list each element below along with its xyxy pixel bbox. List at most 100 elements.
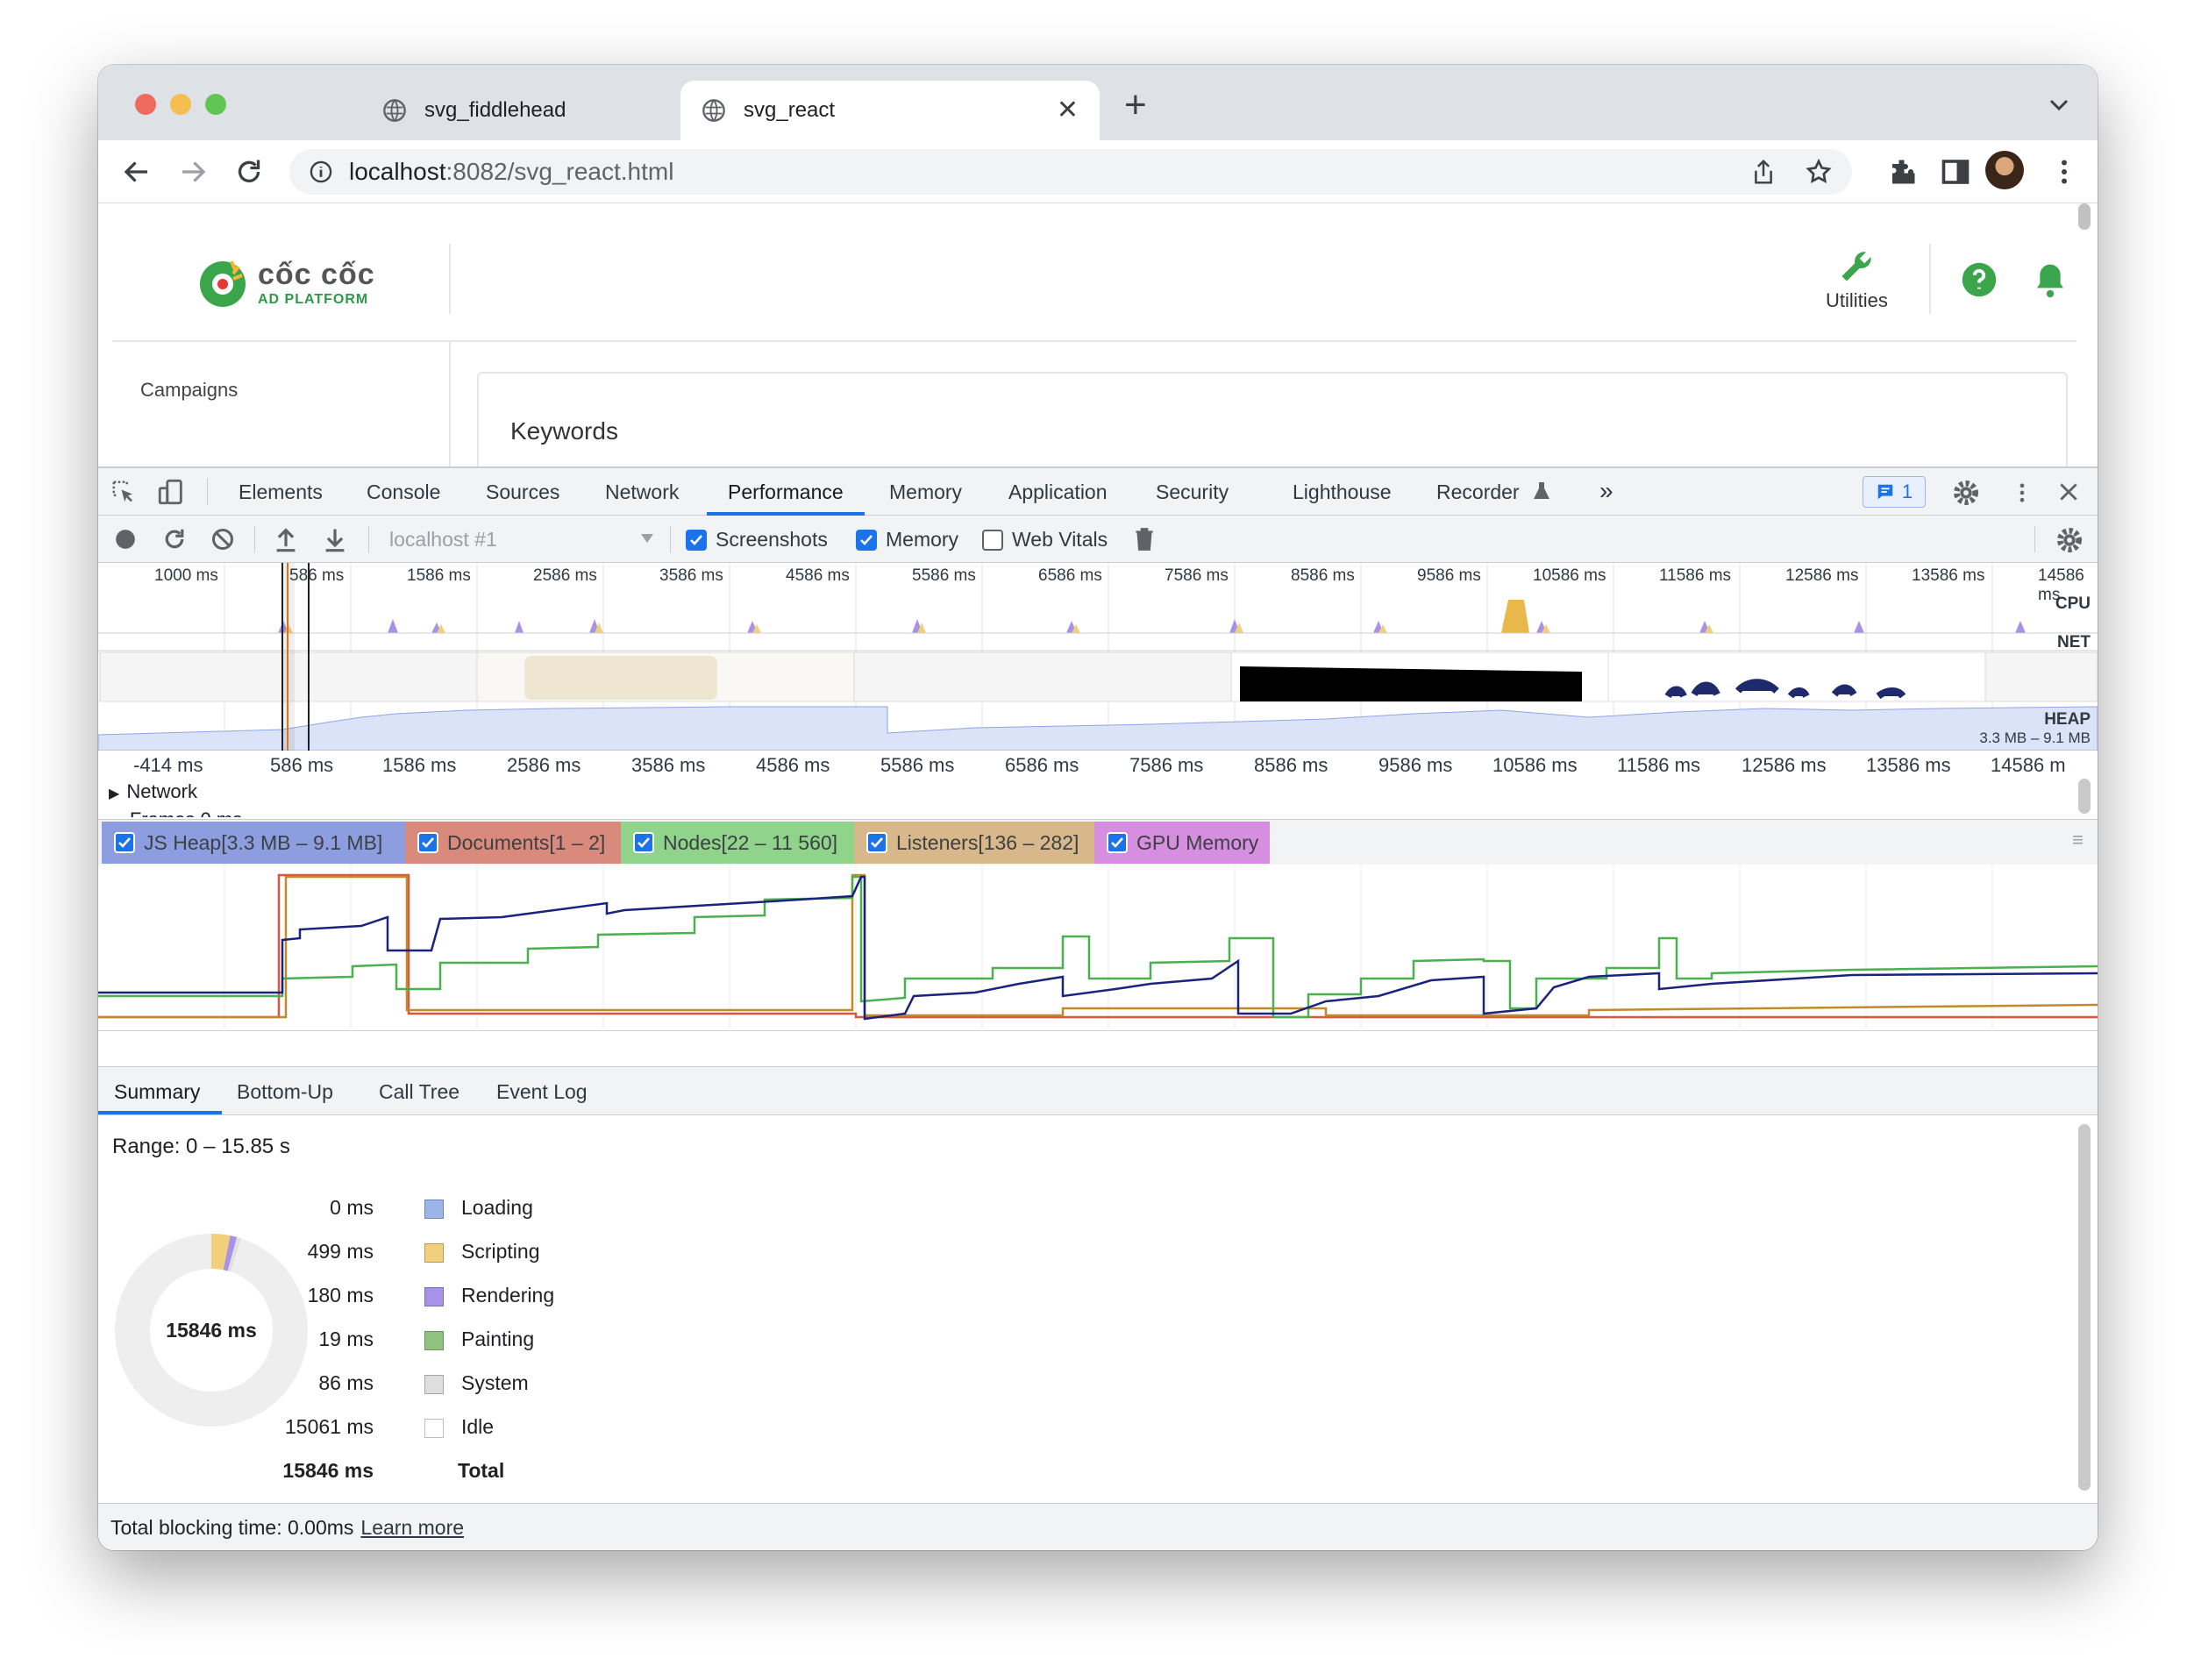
- summary-value: 19 ms: [318, 1328, 374, 1350]
- profile-avatar[interactable]: [1985, 151, 2024, 189]
- issues-count: 1: [1901, 481, 1913, 502]
- summary-value: 499 ms: [307, 1240, 374, 1263]
- capture-settings-gear-icon[interactable]: [2055, 526, 2084, 554]
- bookmark-star-icon[interactable]: [1805, 158, 1833, 186]
- checkbox-unchecked[interactable]: [982, 529, 1003, 551]
- keywords-title: Keywords: [510, 417, 618, 445]
- counter-documents[interactable]: Documents[1 – 2]: [405, 822, 621, 864]
- ruler-tick: 8586 ms: [1254, 754, 1329, 776]
- memory-counters-graph[interactable]: [98, 865, 2098, 1031]
- tab-performance[interactable]: Performance: [728, 481, 844, 504]
- tab-elements[interactable]: Elements: [239, 481, 323, 504]
- device-toolbar-icon[interactable]: [156, 477, 186, 507]
- tab-bottom-up[interactable]: Bottom-Up: [237, 1080, 333, 1104]
- counter-gpu-memory[interactable]: GPU Memory: [1094, 822, 1270, 864]
- web-vitals-checkbox[interactable]: Web Vitals: [982, 528, 1108, 552]
- utilities-button[interactable]: Utilities: [1826, 247, 1888, 312]
- tab-network[interactable]: Network: [605, 481, 679, 504]
- tab-memory[interactable]: Memory: [889, 481, 962, 504]
- recording-select[interactable]: localhost #1: [389, 528, 653, 552]
- page-viewport: cốc cốc AD PLATFORM Utilities Campaigns …: [98, 203, 2098, 466]
- reload-icon[interactable]: [233, 156, 265, 188]
- issues-badge[interactable]: 1: [1863, 476, 1926, 508]
- new-tab-button[interactable]: +: [1124, 86, 1147, 125]
- coccoc-logo[interactable]: cốc cốc AD PLATFORM: [196, 256, 375, 309]
- checkbox-checked[interactable]: [686, 529, 707, 551]
- back-arrow-icon[interactable]: [121, 156, 153, 188]
- trash-icon[interactable]: [1133, 526, 1156, 552]
- counter-nodes[interactable]: Nodes[22 – 11 560]: [621, 822, 854, 864]
- address-bar[interactable]: localhost:8082/svg_react.html: [289, 149, 1852, 195]
- tab-call-tree[interactable]: Call Tree: [379, 1080, 459, 1104]
- learn-more-link[interactable]: Learn more: [360, 1516, 464, 1539]
- tab-summary[interactable]: Summary: [114, 1080, 200, 1104]
- tab-console[interactable]: Console: [367, 481, 440, 504]
- checkbox-checked[interactable]: [114, 832, 135, 853]
- reload-record-icon[interactable]: [161, 526, 188, 552]
- inspect-element-icon[interactable]: [110, 479, 137, 505]
- browser-menu-icon[interactable]: [2048, 156, 2080, 188]
- upload-profile-icon[interactable]: [274, 526, 298, 552]
- toolbar-separator: [207, 479, 208, 505]
- site-info-icon[interactable]: [309, 160, 333, 184]
- overview-tick: 1000 ms: [154, 566, 218, 585]
- overview-tick: 7586 ms: [1165, 566, 1229, 585]
- summary-row-idle: 15061 ms Idle: [230, 1415, 756, 1450]
- toolbar-separator: [670, 526, 671, 552]
- globe-icon: [383, 99, 406, 122]
- zoom-window-button[interactable]: [205, 94, 226, 115]
- close-window-button[interactable]: [135, 94, 156, 115]
- summary-scrollbar[interactable]: [2078, 1124, 2091, 1491]
- checkbox-checked[interactable]: [866, 832, 887, 853]
- minimize-window-button[interactable]: [170, 94, 191, 115]
- tab-lighthouse[interactable]: Lighthouse: [1293, 481, 1392, 504]
- close-devtools-icon[interactable]: [2057, 481, 2080, 503]
- frames-track-label: Frames 0 ms: [130, 808, 242, 817]
- tab-recorder[interactable]: Recorder: [1436, 481, 1520, 504]
- extensions-puzzle-icon[interactable]: [1887, 156, 1919, 188]
- tracks-scrollbar[interactable]: [2078, 779, 2091, 814]
- more-tabs-button[interactable]: »: [1599, 477, 1613, 505]
- ruler-tick: 3586 ms: [631, 754, 706, 776]
- timeline-overview[interactable]: 1000 ms 586 ms 1586 ms 2586 ms 3586 ms 4…: [98, 563, 2098, 751]
- download-profile-icon[interactable]: [323, 526, 347, 552]
- header-divider: [449, 244, 451, 314]
- screenshots-checkbox[interactable]: Screenshots: [686, 528, 828, 552]
- recording-select-value: localhost #1: [389, 528, 497, 551]
- checkbox-checked[interactable]: [417, 832, 438, 853]
- share-icon[interactable]: [1750, 158, 1777, 186]
- notification-bell-icon[interactable]: [2033, 261, 2068, 300]
- close-tab-icon[interactable]: ✕: [1057, 97, 1079, 124]
- overview-tick: 3586 ms: [659, 566, 723, 585]
- tab-security[interactable]: Security: [1156, 481, 1229, 504]
- screenshots-label: Screenshots: [716, 528, 828, 551]
- tab-sources[interactable]: Sources: [486, 481, 559, 504]
- side-panel-icon[interactable]: [1940, 156, 1971, 188]
- sidebar-item-campaigns[interactable]: Campaigns: [140, 379, 238, 402]
- overview-canvas[interactable]: [98, 563, 2098, 751]
- ruler-tick: 13586 ms: [1866, 754, 1951, 776]
- record-icon[interactable]: [114, 528, 137, 551]
- settings-gear-icon[interactable]: [1952, 479, 1980, 507]
- resize-handle-icon[interactable]: ≡: [2072, 829, 2084, 851]
- help-icon[interactable]: [1961, 261, 1998, 298]
- checkbox-checked[interactable]: [633, 832, 654, 853]
- utilities-label: Utilities: [1826, 289, 1888, 311]
- tab-application[interactable]: Application: [1008, 481, 1108, 504]
- tab-event-log[interactable]: Event Log: [496, 1080, 588, 1104]
- checkbox-checked[interactable]: [1107, 832, 1128, 853]
- forward-arrow-icon[interactable]: [177, 156, 209, 188]
- tab-svg-react[interactable]: svg_react ✕: [680, 81, 1100, 140]
- devtools-menu-icon[interactable]: [2010, 479, 2034, 507]
- memory-checkbox[interactable]: Memory: [856, 528, 958, 552]
- network-track-header[interactable]: ▶ Network: [109, 780, 197, 803]
- frames-track-header[interactable]: ▼ Frames 0 ms: [109, 808, 242, 817]
- clear-icon[interactable]: [210, 527, 235, 552]
- counter-listeners[interactable]: Listeners[136 – 282]: [854, 822, 1094, 864]
- tab-search-chevron-icon[interactable]: [2048, 98, 2069, 112]
- checkbox-checked[interactable]: [856, 529, 877, 551]
- counter-js-heap[interactable]: JS Heap[3.3 MB – 9.1 MB]: [102, 822, 405, 864]
- overview-tick: 10586 ms: [1533, 566, 1606, 585]
- summary-category: Idle: [461, 1415, 495, 1438]
- page-vertical-scrollbar[interactable]: [2078, 203, 2091, 230]
